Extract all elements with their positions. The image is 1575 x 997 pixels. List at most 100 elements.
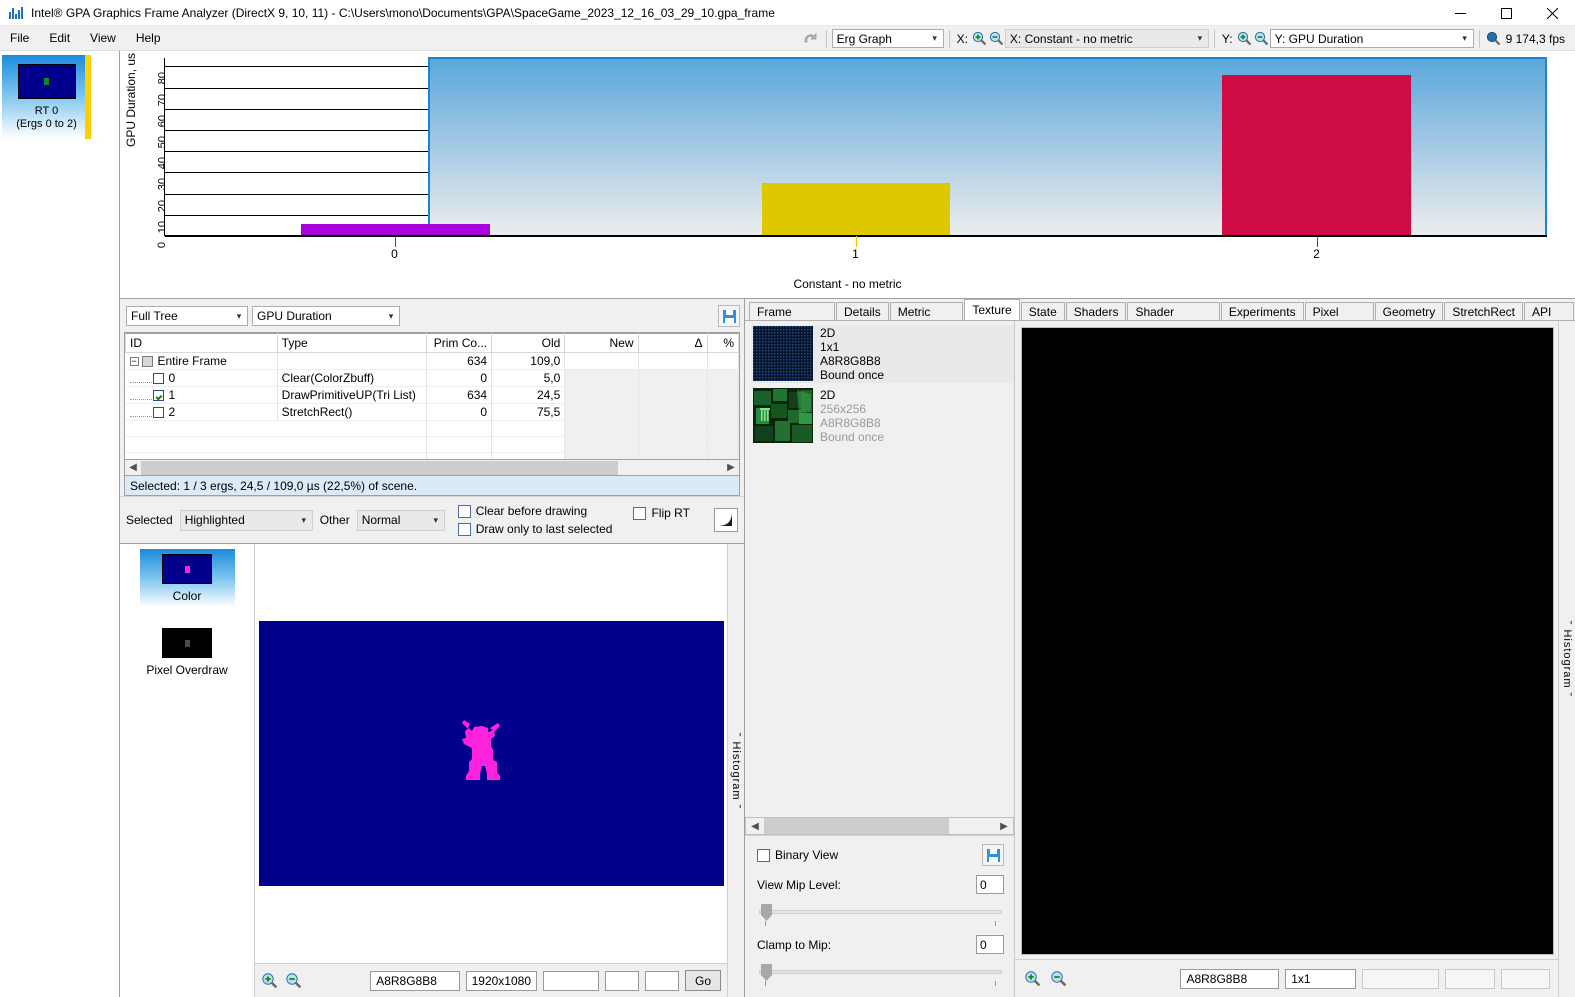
x-zoom-in-icon[interactable]	[971, 29, 988, 48]
rt-canvas[interactable]	[259, 621, 724, 886]
row-checkbox[interactable]	[153, 407, 164, 418]
texture-format-field[interactable]: A8R8G8B8	[1180, 969, 1279, 989]
chart-bar[interactable]	[762, 183, 951, 235]
menu-file[interactable]: File	[0, 28, 39, 48]
tree-metric-select[interactable]: GPU Duration ▾	[252, 306, 400, 326]
scroll-thumb[interactable]	[141, 461, 618, 475]
binary-view-checkbox[interactable]: Binary View	[757, 848, 838, 862]
table-row[interactable]: 2 StretchRect() 0 75,5	[126, 404, 739, 421]
chevron-left-icon[interactable]: ◀	[746, 821, 764, 832]
rt-size-field[interactable]: 1920x1080	[466, 971, 537, 991]
rt-coord-x-field[interactable]	[605, 971, 639, 991]
texture-list[interactable]: 2D 1x1 A8R8G8B8 Bound once	[745, 321, 1014, 817]
graph-mode-select[interactable]: Erg Graph ▾	[832, 29, 944, 48]
rt-buffer-color[interactable]: Color	[140, 549, 235, 607]
menu-view[interactable]: View	[80, 28, 126, 48]
rt-zoom-in-icon[interactable]	[261, 971, 279, 991]
rt-format-field[interactable]: A8R8G8B8	[370, 971, 459, 991]
x-metric-select[interactable]: X: Constant - no metric ▾	[1005, 29, 1209, 48]
row-checkbox[interactable]	[153, 373, 164, 384]
texture-extra-field[interactable]	[1362, 969, 1439, 989]
x-zoom-out-icon[interactable]	[988, 29, 1005, 48]
tree-expander-icon[interactable]: −	[130, 357, 139, 366]
tab-stretchrect[interactable]: StretchRect	[1444, 302, 1523, 320]
view-mip-value[interactable]: 0	[976, 875, 1004, 894]
chevron-right-icon[interactable]: ▶	[723, 462, 739, 473]
rt-canvas-wrap[interactable]	[255, 544, 727, 963]
texture-blank-field-2[interactable]	[1501, 969, 1550, 989]
texture-zoom-in-icon[interactable]	[1023, 969, 1043, 989]
rt-histogram-tab[interactable]: ˇ Histogram ˇ	[727, 544, 744, 997]
tree-save-button[interactable]	[718, 305, 740, 327]
rt-zoom-out-icon[interactable]	[285, 971, 303, 991]
fps-zoom-icon[interactable]	[1485, 29, 1502, 48]
tab-geometry[interactable]: Geometry	[1375, 302, 1444, 320]
tree-view-select[interactable]: Full Tree ▾	[126, 306, 248, 326]
minimize-button[interactable]	[1437, 0, 1483, 26]
chevron-left-icon[interactable]: ◀	[125, 462, 141, 473]
region-select-button[interactable]	[714, 508, 738, 532]
column-header-percent[interactable]: %	[707, 334, 738, 353]
rt-coord-y-field[interactable]	[645, 971, 679, 991]
scroll-track[interactable]	[764, 818, 995, 834]
maximize-button[interactable]	[1483, 0, 1529, 26]
tab-api-log[interactable]: API Log	[1524, 302, 1574, 320]
rt-extra-field[interactable]	[543, 971, 599, 991]
rt-strip-item-rt0[interactable]: RT 0 (Ergs 0 to 2)	[2, 55, 91, 139]
menu-help[interactable]: Help	[126, 28, 171, 48]
column-header-delta[interactable]: Δ	[638, 334, 707, 353]
tree-horizontal-scrollbar[interactable]: ◀ ▶	[124, 460, 740, 476]
texture-horizontal-scrollbar[interactable]: ◀ ▶	[745, 817, 1014, 835]
texture-histogram-tab[interactable]: ˇ Histogram ˇ	[1558, 321, 1575, 997]
tab-shader-constants[interactable]: Shader Constants	[1127, 302, 1219, 320]
rt-buffer-pixel-overdraw[interactable]: Pixel Overdraw	[140, 623, 235, 681]
y-zoom-in-icon[interactable]	[1236, 29, 1253, 48]
table-row[interactable]: 1 DrawPrimitiveUP(Tri List) 634 24,5	[126, 387, 739, 404]
texture-size-field[interactable]: 1x1	[1285, 969, 1356, 989]
other-mode-select[interactable]: Normal ▾	[357, 510, 445, 531]
close-button[interactable]	[1529, 0, 1575, 26]
tab-experiments[interactable]: Experiments	[1221, 302, 1304, 320]
tab-texture[interactable]: Texture	[964, 299, 1019, 320]
texture-list-item[interactable]: 2D 1x1 A8R8G8B8 Bound once	[751, 325, 1014, 383]
texture-canvas[interactable]	[1021, 327, 1554, 955]
slider-knob[interactable]	[761, 964, 772, 981]
y-metric-select[interactable]: Y: GPU Duration ▾	[1270, 29, 1474, 48]
column-header-old[interactable]: Old	[492, 334, 565, 353]
column-header-new[interactable]: New	[565, 334, 638, 353]
tab-pixel-history[interactable]: Pixel History	[1305, 302, 1374, 320]
texture-canvas-wrap[interactable]	[1015, 321, 1558, 959]
chart-bar[interactable]	[1222, 75, 1411, 235]
flip-rt-checkbox[interactable]: Flip RT	[633, 506, 689, 520]
draw-only-to-last-checkbox[interactable]: Draw only to last selected	[458, 522, 613, 536]
row-checkbox[interactable]	[142, 356, 153, 367]
texture-blank-field-1[interactable]	[1445, 969, 1494, 989]
clamp-mip-slider[interactable]	[759, 963, 1002, 981]
table-row[interactable]: −Entire Frame 634 109,0	[126, 353, 739, 370]
chart-bar[interactable]	[301, 224, 490, 235]
texture-save-button[interactable]	[982, 844, 1004, 866]
rt-go-button[interactable]: Go	[685, 970, 721, 991]
column-header-id[interactable]: ID	[126, 334, 278, 353]
chevron-right-icon[interactable]: ▶	[995, 821, 1013, 832]
view-mip-slider[interactable]	[759, 903, 1002, 921]
row-checkbox[interactable]	[153, 390, 164, 401]
texture-list-item[interactable]: 2D 256x256 A8R8G8B8 Bound once	[751, 387, 1014, 445]
tab-shaders[interactable]: Shaders	[1066, 302, 1127, 320]
erg-tree-table[interactable]: ID Type Prim Co... Old New Δ %	[124, 332, 740, 460]
column-header-type[interactable]: Type	[277, 334, 427, 353]
slider-knob[interactable]	[761, 904, 772, 921]
y-zoom-out-icon[interactable]	[1253, 29, 1270, 48]
column-header-prim-count[interactable]: Prim Co...	[427, 334, 492, 353]
tab-state[interactable]: State	[1021, 302, 1065, 320]
selected-mode-select[interactable]: Highlighted ▾	[180, 510, 313, 531]
menu-edit[interactable]: Edit	[39, 28, 80, 48]
tab-details[interactable]: Details	[836, 302, 889, 320]
clear-before-drawing-checkbox[interactable]: Clear before drawing	[458, 504, 613, 518]
scroll-track[interactable]	[141, 461, 723, 475]
clamp-mip-value[interactable]: 0	[976, 935, 1004, 954]
tab-frame-overview[interactable]: Frame Overview	[749, 302, 835, 320]
texture-zoom-out-icon[interactable]	[1049, 969, 1069, 989]
scroll-thumb[interactable]	[764, 818, 949, 834]
table-row[interactable]: 0 Clear(ColorZbuff) 0 5,0	[126, 370, 739, 387]
